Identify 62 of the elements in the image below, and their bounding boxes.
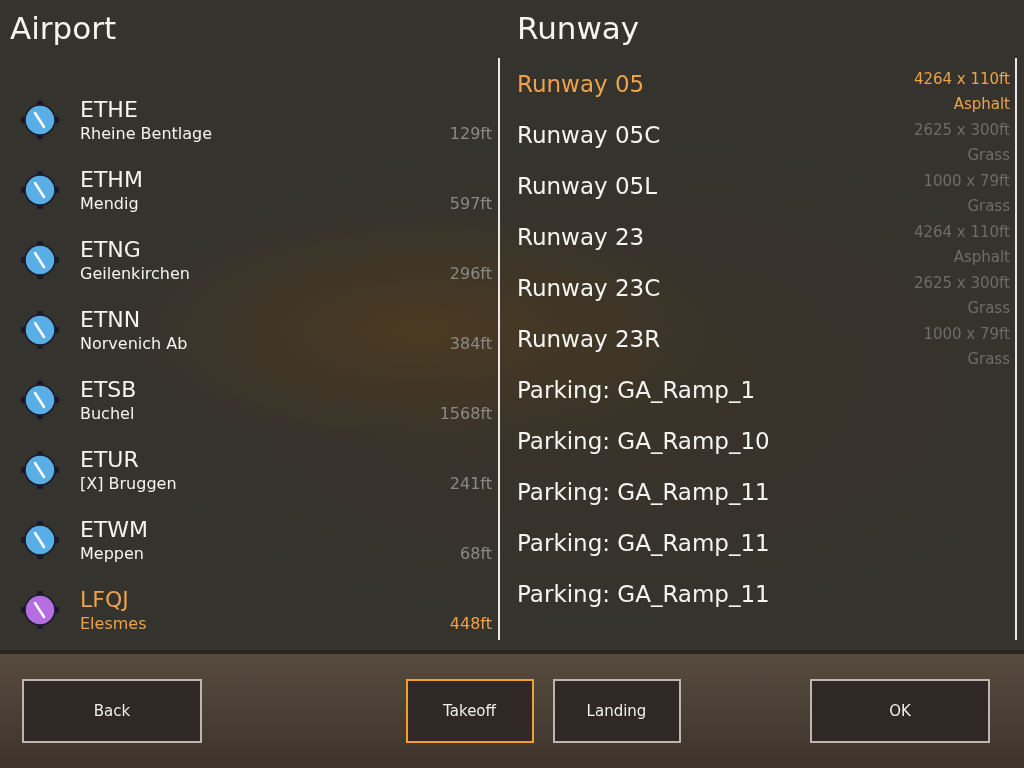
runway-dimensions: 1000 x 79ft <box>923 170 1010 192</box>
airport-elevation: 241ft <box>449 474 492 493</box>
airport-name: Norvenich Ab <box>80 332 189 354</box>
airport-code: ETWM <box>80 516 150 543</box>
airport-item[interactable]: ETHE Rheine Bentlage 129ft <box>0 85 498 155</box>
scrollbar[interactable] <box>498 58 500 640</box>
airport-code: LFQJ <box>80 586 130 613</box>
airport-elevation: 448ft <box>449 614 492 633</box>
airport-item[interactable]: ETHM Mendig 597ft <box>0 155 498 225</box>
ok-button[interactable]: OK <box>810 679 990 743</box>
runway-name: Parking: GA_Ramp_1 <box>517 376 757 403</box>
runway-name: Runway 23R <box>517 325 662 352</box>
airport-name: Elesmes <box>80 612 148 634</box>
airport-code: ETUR <box>80 446 140 473</box>
runway-dimensions: 4264 x 110ft <box>913 68 1010 90</box>
runway-item[interactable]: Parking: GA_Ramp_11 <box>500 568 1015 619</box>
runway-name: Runway 23C <box>517 274 662 301</box>
airport-code: ETHE <box>80 96 139 123</box>
runway-dimensions: 2625 x 300ft <box>913 119 1010 141</box>
back-button[interactable]: Back <box>22 679 202 743</box>
runway-name: Parking: GA_Ramp_11 <box>517 580 771 607</box>
airport-name: Buchel <box>80 402 136 424</box>
airport-elevation: 1568ft <box>439 404 492 423</box>
runway-name: Runway 05C <box>517 121 662 148</box>
airport-name: Geilenkirchen <box>80 262 191 284</box>
airport-item[interactable]: ETSB Buchel 1568ft <box>0 365 498 435</box>
mode-button[interactable]: Takeoff <box>405 679 534 743</box>
runway-name: Parking: GA_Ramp_11 <box>517 478 771 505</box>
airport-elevation: 296ft <box>449 264 492 283</box>
airport-name: Mendig <box>80 192 140 214</box>
airport-name: Meppen <box>80 542 145 564</box>
airport-elevation: 129ft <box>449 124 492 143</box>
runway-name: Parking: GA_Ramp_10 <box>517 427 771 454</box>
runway-dimensions: 4264 x 110ft <box>913 221 1010 243</box>
runway-item[interactable]: Parking: GA_Ramp_10 <box>500 415 1015 466</box>
airport-code: ETNG <box>80 236 142 263</box>
airport-item[interactable]: LFQJ Elesmes 448ft <box>0 575 498 645</box>
airport-elevation: 384ft <box>449 334 492 353</box>
runway-name: Runway 23 <box>517 223 646 250</box>
airport-code: ETNN <box>80 306 142 333</box>
airport-item[interactable]: ETUR [X] Bruggen 241ft <box>0 435 498 505</box>
airport-item[interactable]: ETWM Meppen 68ft <box>0 505 498 575</box>
runway-dimensions: 2625 x 300ft <box>913 272 1010 294</box>
mode-button[interactable]: Landing <box>552 679 681 743</box>
runway-dimensions: 1000 x 79ft <box>923 323 1010 345</box>
runway-item[interactable]: Parking: GA_Ramp_11 <box>500 517 1015 568</box>
runway-name: Parking: GA_Ramp_11 <box>517 529 771 556</box>
scrollbar[interactable] <box>1015 58 1017 640</box>
runway-surface: Asphalt <box>953 93 1010 115</box>
airport-item[interactable]: ETNG Geilenkirchen 296ft <box>0 225 498 295</box>
airport-elevation: 597ft <box>449 194 492 213</box>
runway-name: Runway 05L <box>517 172 658 199</box>
panel-title: Airport <box>9 9 118 48</box>
airport-elevation: 68ft <box>460 544 492 563</box>
airport-name: [X] Bruggen <box>80 472 178 494</box>
runway-item[interactable]: Parking: GA_Ramp_11 <box>500 466 1015 517</box>
airport-item[interactable]: ETNN Norvenich Ab 384ft <box>0 295 498 365</box>
runway-name: Runway 05 <box>517 70 646 97</box>
airport-name: Rheine Bentlage <box>80 122 214 144</box>
airport-code: ETSB <box>80 376 138 403</box>
panel-title: Runway <box>516 9 641 48</box>
airport-code: ETHM <box>80 166 144 193</box>
